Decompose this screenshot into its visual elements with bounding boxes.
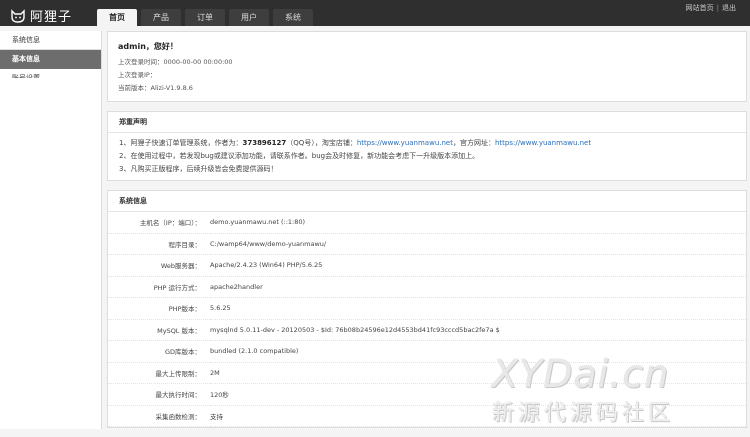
info-value: C:/wamp64/www/demo-yuanmawu/ <box>210 233 746 255</box>
info-key: Web服务器： <box>108 254 210 277</box>
table-row: PHP版本： 5.6.25 <box>108 297 746 320</box>
table-row: 最大上传限制： 2M <box>108 362 746 384</box>
welcome-greeting: admin，您好！ <box>118 42 178 51</box>
table-row: PHP 运行方式： apache2handler <box>108 276 746 298</box>
table-row: GD库版本： bundled (2.1.0 compatible) <box>108 340 746 363</box>
table-row: 主机名（IP：端口）： demo.yuanmawu.net (::1:80) <box>108 212 746 234</box>
info-key: GD库版本： <box>108 340 210 363</box>
info-value: bundled (2.1.0 compatible) <box>210 340 746 363</box>
notice-panel: 郑重声明 1、阿狸子快速订单管理系统，作者为：373896127（QQ号），淘宝… <box>107 111 747 181</box>
logout-link[interactable]: 退出 <box>722 4 736 12</box>
top-links: 网站首页 | 退出 <box>686 3 736 13</box>
info-value: demo.yuanmawu.net (::1:80) <box>210 212 746 234</box>
info-value: 120秒 <box>210 383 746 406</box>
info-value: apache2handler <box>210 276 746 298</box>
system-info-panel: 系统信息 主机名（IP：端口）： demo.yuanmawu.net (::1:8… <box>107 190 747 428</box>
table-row: 最大执行时间： 120秒 <box>108 383 746 406</box>
nav-tab-system[interactable]: 系统 <box>273 9 313 26</box>
site-home-link[interactable]: 网站首页 <box>686 4 714 12</box>
top-bar: 阿狸子 首页 产品 订单 用户 系统 网站首页 | 退出 <box>0 0 750 26</box>
current-version-label: 当前版本： <box>118 84 151 92</box>
last-login-ip: 上次登录IP： <box>118 69 736 82</box>
table-row: 采集函数检测： 支持 <box>108 405 746 427</box>
notice-line-1-shop-label: （QQ号），淘宝店铺： <box>286 139 357 147</box>
info-value: 2M <box>210 362 746 384</box>
info-key: 最大执行时间： <box>108 383 210 406</box>
system-info-title: 系统信息 <box>108 191 746 212</box>
current-version-value: Alizi-V1.9.8.6 <box>150 84 193 92</box>
nav-tab-home[interactable]: 首页 <box>97 9 137 26</box>
info-key: MySQL 版本： <box>108 319 210 341</box>
last-login-time-value: 0000-00-00 00:00:00 <box>163 58 233 66</box>
app-name: 阿狸子 <box>30 10 73 25</box>
shop-link[interactable]: https://www.yuanmawu.net <box>357 139 453 147</box>
nav-tab-orders[interactable]: 订单 <box>185 9 225 26</box>
notice-line-1-prefix: 1、阿狸子快速订单管理系统，作者为： <box>119 139 243 147</box>
last-login-time: 上次登录时间：0000-00-00 00:00:00 <box>118 56 736 69</box>
system-info-table: 主机名（IP：端口）： demo.yuanmawu.net (::1:80) 程序… <box>108 212 746 427</box>
notice-line-1-site-label: ，官方网址： <box>452 139 495 147</box>
top-links-separator: | <box>716 4 719 12</box>
notice-title: 郑重声明 <box>108 112 746 133</box>
official-site-link[interactable]: https://www.yuanmawu.net <box>495 139 591 147</box>
info-value: Apache/2.4.23 (Win64) PHP/5.6.25 <box>210 254 746 277</box>
nav-tab-products[interactable]: 产品 <box>141 9 181 26</box>
author-qq: 373896127 <box>242 139 287 147</box>
welcome-panel: admin，您好！ 上次登录时间：0000-00-00 00:00:00 上次登… <box>107 31 747 102</box>
sidebar-item-account-settings[interactable]: 账号设置 <box>0 69 101 78</box>
fox-logo-icon <box>11 8 25 23</box>
info-value: 5.6.25 <box>210 297 746 320</box>
last-login-ip-label: 上次登录IP： <box>118 71 157 79</box>
info-key: PHP 运行方式： <box>108 276 210 298</box>
last-login-time-label: 上次登录时间： <box>118 58 164 66</box>
info-key: PHP版本： <box>108 297 210 320</box>
sidebar-heading: 系统信息 <box>0 31 101 50</box>
sidebar: 系统信息 基本信息 账号设置 <box>0 31 102 429</box>
main-content: admin，您好！ 上次登录时间：0000-00-00 00:00:00 上次登… <box>107 31 747 437</box>
notice-line-3: 3、凡购买正版程序，后续升级皆会免费提供源码！ <box>119 165 278 173</box>
notice-line-2: 2、在使用过程中，若发现bug或建议添加功能，请联系作者。bug会及时修复，新功… <box>119 152 480 160</box>
info-key: 最大上传限制： <box>108 362 210 384</box>
info-value: 支持 <box>210 405 746 427</box>
main-nav: 首页 产品 订单 用户 系统 <box>97 9 317 26</box>
info-key: 采集函数检测： <box>108 405 210 427</box>
table-row: 程序目录： C:/wamp64/www/demo-yuanmawu/ <box>108 233 746 255</box>
notice-line-1: 1、阿狸子快速订单管理系统，作者为：373896127（QQ号），淘宝店铺：ht… <box>119 137 735 150</box>
table-row: Web服务器： Apache/2.4.23 (Win64) PHP/5.6.25 <box>108 254 746 277</box>
info-key: 程序目录： <box>108 233 210 255</box>
current-version: 当前版本：Alizi-V1.9.8.6 <box>118 82 736 95</box>
info-value: mysqlnd 5.0.11-dev - 20120503 - $Id: 76b… <box>210 319 746 341</box>
table-row: MySQL 版本： mysqlnd 5.0.11-dev - 20120503 -… <box>108 319 746 341</box>
sidebar-item-basic-info[interactable]: 基本信息 <box>0 50 101 69</box>
nav-tab-users[interactable]: 用户 <box>229 9 269 26</box>
app-logo[interactable]: 阿狸子 <box>10 6 72 25</box>
info-key: 主机名（IP：端口）： <box>108 212 210 234</box>
